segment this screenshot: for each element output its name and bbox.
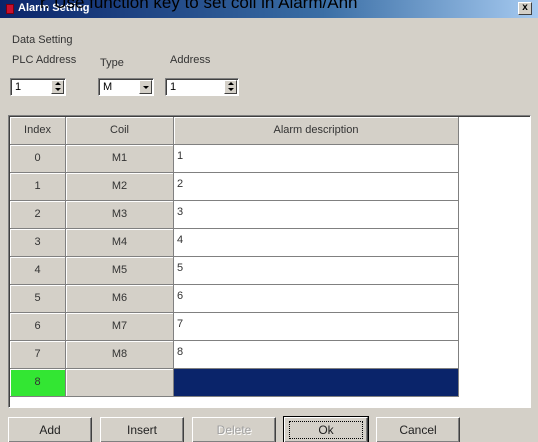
type-label: Type	[100, 57, 124, 69]
description-cell-selected[interactable]	[174, 369, 459, 397]
alarm-table[interactable]: Index Coil Alarm description 0 M1 1 1 M2…	[8, 115, 531, 408]
cancel-button[interactable]: Cancel	[376, 417, 460, 442]
row-index[interactable]: 7	[10, 341, 66, 369]
coil-cell[interactable]: M7	[66, 313, 174, 341]
description-cell[interactable]: 3	[174, 201, 459, 229]
row-index[interactable]: 0	[10, 145, 66, 173]
address-value: 1	[170, 81, 177, 93]
chevron-down-icon[interactable]	[139, 80, 152, 94]
alarm-setting-window: Alarm Setting x Data Setting PLC Address…	[0, 0, 538, 442]
description-cell[interactable]: 6	[174, 285, 459, 313]
coil-cell[interactable]: M4	[66, 229, 174, 257]
plc-address-spinner[interactable]: 1	[10, 78, 66, 96]
insert-button[interactable]: Insert	[100, 417, 184, 442]
description-cell[interactable]: 7	[174, 313, 459, 341]
row-index[interactable]: 8	[10, 369, 66, 397]
coil-cell[interactable]: M8	[66, 341, 174, 369]
row-index[interactable]: 1	[10, 173, 66, 201]
column-header-coil[interactable]: Coil	[66, 117, 174, 145]
coil-cell[interactable]: M5	[66, 257, 174, 285]
description-cell[interactable]: 4	[174, 229, 459, 257]
plc-address-value: 1	[15, 81, 22, 93]
coil-cell[interactable]: M3	[66, 201, 174, 229]
row-index[interactable]: 4	[10, 257, 66, 285]
close-button[interactable]: x	[518, 2, 532, 15]
focus-rect	[289, 421, 363, 439]
row-index[interactable]: 6	[10, 313, 66, 341]
ok-button[interactable]: Ok	[283, 416, 369, 442]
description-cell[interactable]: 2	[174, 173, 459, 201]
row-index[interactable]: 2	[10, 201, 66, 229]
coil-cell[interactable]: M6	[66, 285, 174, 313]
add-button[interactable]: Add	[8, 417, 92, 442]
row-index[interactable]: 5	[10, 285, 66, 313]
spin-arrows-icon[interactable]	[224, 80, 237, 94]
coil-cell[interactable]	[66, 369, 174, 397]
type-value: M	[103, 81, 113, 93]
overlay-caption: r. Use function key to set coil in Alarm…	[40, 0, 358, 12]
data-setting-group: Data Setting PLC Address 1 Type M Addres…	[8, 28, 532, 111]
column-header-index[interactable]: Index	[10, 117, 66, 145]
column-header-description[interactable]: Alarm description	[174, 117, 459, 145]
data-setting-label: Data Setting	[12, 34, 73, 46]
description-cell[interactable]: 5	[174, 257, 459, 285]
delete-button[interactable]: Delete	[192, 417, 276, 442]
address-label: Address	[170, 54, 211, 66]
type-select[interactable]: M	[98, 78, 154, 96]
coil-cell[interactable]: M2	[66, 173, 174, 201]
description-cell[interactable]: 8	[174, 341, 459, 369]
plc-address-label: PLC Address	[12, 54, 77, 66]
app-icon	[6, 4, 14, 14]
coil-cell[interactable]: M1	[66, 145, 174, 173]
description-cell[interactable]: 1	[174, 145, 459, 173]
address-spinner[interactable]: 1	[165, 78, 239, 96]
row-index[interactable]: 3	[10, 229, 66, 257]
spin-arrows-icon[interactable]	[51, 80, 64, 94]
button-bar: Add Insert Delete Ok Cancel	[0, 413, 538, 442]
